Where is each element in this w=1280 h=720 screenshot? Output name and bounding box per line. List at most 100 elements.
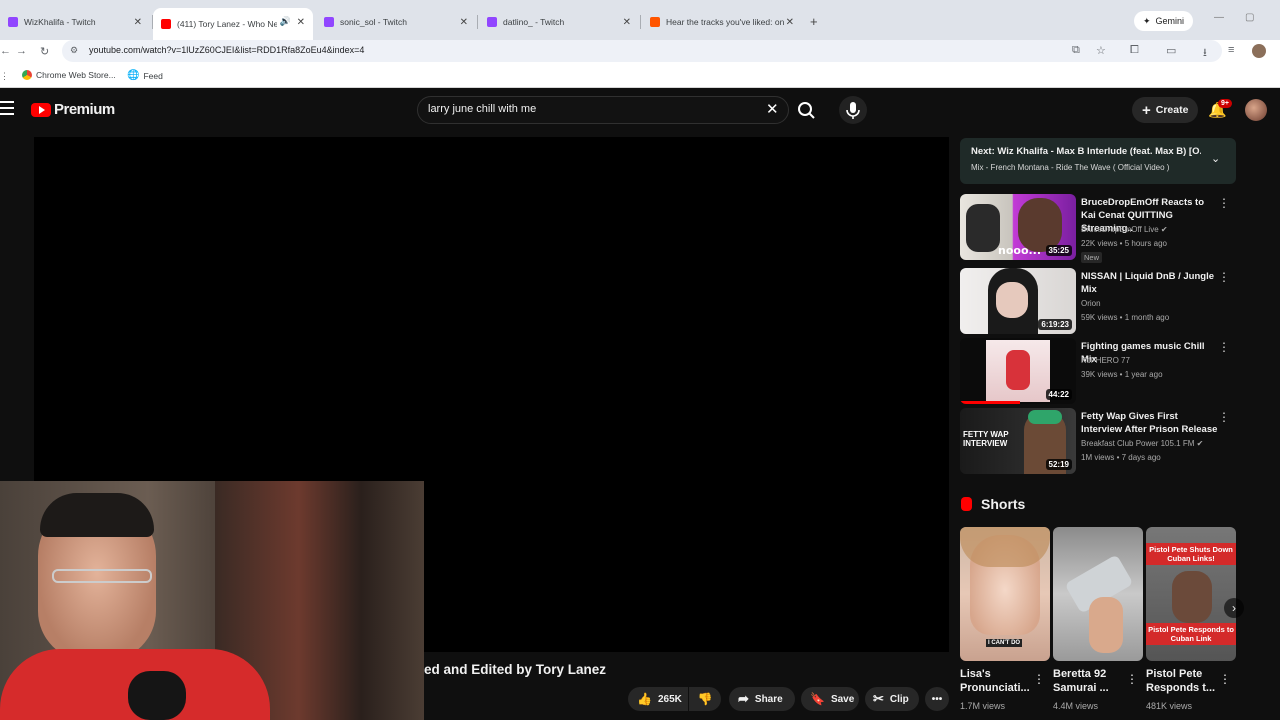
browser-tab[interactable]: Hear the tracks you've liked: on ✕: [642, 8, 802, 36]
clip-label: Clip: [889, 693, 909, 705]
microphone-icon: [846, 102, 860, 119]
more-vertical-icon[interactable]: ⋮: [1218, 410, 1230, 424]
shorts-title: Shorts: [981, 496, 1026, 512]
globe-icon: 🌐: [127, 70, 140, 81]
thumbnail-hair: [960, 527, 1050, 567]
video-title: Fetty Wap Gives First Interview After Pr…: [1081, 411, 1218, 435]
browser-tab-active[interactable]: (411) Tory Lanez - Who Ne 🔊 ✕: [153, 8, 313, 40]
download-icon[interactable]: ⭳: [1203, 44, 1207, 63]
search-icon: [798, 102, 815, 119]
up-next-card[interactable]: [960, 138, 1236, 184]
like-button[interactable]: 👍 265K: [628, 687, 688, 711]
install-app-icon[interactable]: ⧉: [1072, 44, 1080, 57]
bookmark-item[interactable]: 🌐 Feed: [127, 70, 163, 81]
close-tab-icon[interactable]: ✕: [786, 17, 794, 28]
more-vertical-icon[interactable]: ⋮: [1219, 672, 1231, 686]
share-button[interactable]: ➦ Share: [729, 687, 795, 711]
profile-avatar[interactable]: [1252, 44, 1266, 58]
forward-icon[interactable]: →: [16, 45, 27, 57]
close-tab-icon[interactable]: ✕: [460, 17, 468, 28]
short-thumbnail[interactable]: Pistol Pete Shuts Down Cuban Links! Pist…: [1146, 527, 1236, 661]
close-tab-icon[interactable]: ✕: [134, 17, 142, 28]
channel-name[interactable]: KoFHERO 77: [1081, 356, 1130, 365]
duration-badge: 52:19: [1045, 459, 1072, 470]
browser-tab[interactable]: WizKhalifa - Twitch ✕: [0, 8, 150, 36]
bookmark-star-icon[interactable]: ☆: [1096, 44, 1106, 57]
chevron-right-icon[interactable]: ›: [1224, 598, 1244, 618]
tab-title: Hear the tracks you've liked: on: [666, 17, 785, 27]
reading-list-icon[interactable]: ≡: [1228, 44, 1234, 56]
more-vertical-icon[interactable]: ⋮: [1033, 672, 1045, 686]
thumbnail-caption: nooo...: [998, 244, 1042, 257]
video-thumbnail[interactable]: 44:22: [960, 338, 1076, 404]
short-thumbnail[interactable]: I CAN'T DO: [960, 527, 1050, 661]
more-vertical-icon[interactable]: ⋮: [1218, 270, 1230, 284]
channel-name[interactable]: BruceDropEmOff Live: [1081, 225, 1159, 234]
close-tab-icon[interactable]: ✕: [297, 17, 305, 28]
clear-search-icon[interactable]: ✕: [766, 100, 779, 118]
channel-name[interactable]: Breakfast Club Power 105.1 FM: [1081, 439, 1194, 448]
related-video[interactable]: 44:22 Fighting games music Chill Mix KoF…: [960, 338, 1236, 404]
new-badge: New: [1081, 252, 1103, 263]
save-button[interactable]: 🔖 Save: [801, 687, 859, 711]
video-meta: 22K views • 5 hours ago: [1081, 239, 1167, 248]
more-actions-button[interactable]: •••: [925, 687, 949, 711]
related-video[interactable]: 6:19:23 NISSAN | Liquid DnB / Jungle Mix…: [960, 268, 1236, 334]
speaker-icon[interactable]: 🔊: [280, 16, 291, 27]
up-next-subtitle: Mix - French Montana - Ride The Wave ( O…: [971, 163, 1170, 172]
thumbnail-face: [996, 282, 1028, 318]
browser-tab[interactable]: datlino_ - Twitch ✕: [479, 8, 639, 36]
tab-separator: [477, 15, 478, 29]
more-vertical-icon[interactable]: ⋮: [1218, 196, 1230, 210]
chevron-down-icon[interactable]: ⌄: [1211, 152, 1220, 165]
account-avatar[interactable]: [1245, 99, 1267, 121]
search-input[interactable]: larry june chill with me: [428, 103, 536, 115]
video-thumbnail[interactable]: 6:19:23: [960, 268, 1076, 334]
related-video[interactable]: nooo... 35:25 BruceDropEmOff Reacts to K…: [960, 194, 1236, 263]
close-tab-icon[interactable]: ✕: [623, 17, 631, 28]
more-vertical-icon[interactable]: ⋮: [1126, 672, 1138, 686]
url-text[interactable]: youtube.com/watch?v=1lUzZ60CJEI&list=RDD…: [89, 45, 364, 55]
short-title[interactable]: Pistol Pete Responds t...: [1146, 667, 1216, 695]
youtube-icon: [161, 19, 171, 29]
sidepanel-icon[interactable]: ▭: [1166, 44, 1176, 57]
verified-icon: ✔: [1160, 225, 1168, 234]
duration-badge: 44:22: [1045, 389, 1072, 400]
like-count: 265K: [657, 693, 682, 705]
reload-icon[interactable]: ↻: [40, 45, 49, 58]
site-info-icon[interactable]: ⚙: [70, 45, 78, 56]
short-thumbnail[interactable]: [1053, 527, 1143, 661]
share-label: Share: [754, 693, 783, 705]
back-icon[interactable]: ←: [0, 45, 11, 57]
gemini-button[interactable]: ✦ Gemini: [1134, 11, 1194, 31]
maximize-button[interactable]: ▢: [1245, 12, 1254, 23]
eyeglasses: [52, 569, 152, 583]
short-title[interactable]: Beretta 92 Samurai ...: [1053, 667, 1123, 695]
search-button[interactable]: [789, 96, 825, 124]
related-video[interactable]: FETTY WAP INTERVIEW 52:19 Fetty Wap Give…: [960, 408, 1236, 474]
channel-name[interactable]: Orion: [1081, 299, 1101, 308]
video-thumbnail[interactable]: nooo... 35:25: [960, 194, 1076, 260]
new-tab-button[interactable]: +: [810, 14, 818, 29]
youtube-logo[interactable]: Premium: [31, 101, 115, 118]
create-button[interactable]: + Create: [1132, 97, 1199, 123]
clip-button[interactable]: ✂ Clip: [865, 687, 919, 711]
minimize-button[interactable]: —: [1214, 12, 1224, 23]
voice-search-button[interactable]: [839, 96, 867, 124]
short-title[interactable]: Lisa's Pronunciati...: [960, 667, 1030, 695]
twitch-icon: [8, 17, 18, 27]
short-views: 4.4M views: [1053, 701, 1099, 711]
bookmark-item[interactable]: Chrome Web Store...: [22, 70, 116, 80]
more-vertical-icon[interactable]: ⋮: [1218, 340, 1230, 354]
video-thumbnail[interactable]: FETTY WAP INTERVIEW 52:19: [960, 408, 1076, 474]
menu-icon[interactable]: [0, 101, 14, 115]
duration-badge: 35:25: [1045, 245, 1072, 256]
thumbnail-artwork: [986, 340, 1050, 402]
more-horizontal-icon: •••: [931, 693, 943, 705]
dislike-button[interactable]: 👎: [689, 687, 721, 711]
thumbs-down-icon: 👎: [697, 692, 713, 706]
tab-title: sonic_sol - Twitch: [340, 17, 407, 27]
apps-icon[interactable]: ⋮: [0, 71, 9, 82]
browser-tab[interactable]: sonic_sol - Twitch ✕: [316, 8, 476, 36]
extensions-icon[interactable]: ⧠: [1130, 44, 1139, 57]
